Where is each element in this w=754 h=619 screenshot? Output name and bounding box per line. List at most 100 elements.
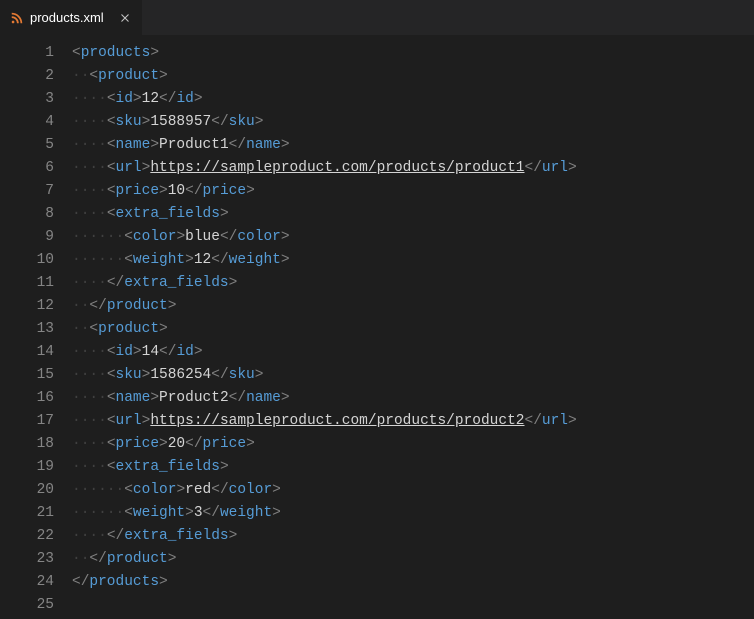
bracket: > bbox=[229, 528, 238, 544]
line-number: 17 bbox=[0, 410, 72, 433]
code-content[interactable]: ······<weight>12</weight> bbox=[72, 249, 290, 272]
bracket: > bbox=[159, 574, 168, 590]
code-line[interactable]: 13··<product> bbox=[0, 318, 577, 341]
url-text: https://sampleproduct.com/products/produ… bbox=[150, 413, 524, 429]
tab-label: products.xml bbox=[30, 10, 104, 25]
bracket: </ bbox=[185, 183, 202, 199]
code-content[interactable]: ······<weight>3</weight> bbox=[72, 502, 281, 525]
xml-tag: extra_fields bbox=[124, 275, 228, 291]
xml-tag: price bbox=[203, 183, 247, 199]
code-content[interactable]: ······<color>red</color> bbox=[72, 479, 281, 502]
code-content[interactable]: ····<url>https://sampleproduct.com/produ… bbox=[72, 410, 577, 433]
code-content[interactable]: ····<id>12</id> bbox=[72, 88, 203, 111]
code-content[interactable]: ····<id>14</id> bbox=[72, 341, 203, 364]
line-number: 16 bbox=[0, 387, 72, 410]
xml-tag: name bbox=[246, 137, 281, 153]
bracket: </ bbox=[107, 528, 124, 544]
tab-products-xml[interactable]: products.xml bbox=[0, 0, 143, 35]
bracket: > bbox=[133, 344, 142, 360]
bracket: < bbox=[124, 252, 133, 268]
code-content[interactable]: ····<name>Product1</name> bbox=[72, 134, 290, 157]
code-line[interactable]: 15····<sku>1586254</sku> bbox=[0, 364, 577, 387]
text: 14 bbox=[142, 344, 159, 360]
editor[interactable]: 1<products>2··<product>3····<id>12</id>4… bbox=[0, 36, 754, 617]
code-content[interactable]: ······<color>blue</color> bbox=[72, 226, 290, 249]
line-number: 8 bbox=[0, 203, 72, 226]
text: 3 bbox=[194, 505, 203, 521]
bracket: </ bbox=[159, 91, 176, 107]
text: 1586254 bbox=[150, 367, 211, 383]
code-content[interactable]: ····<extra_fields> bbox=[72, 203, 229, 226]
code-content[interactable]: ····<price>20</price> bbox=[72, 433, 255, 456]
line-number: 9 bbox=[0, 226, 72, 249]
code-line[interactable]: 18····<price>20</price> bbox=[0, 433, 577, 456]
text: 1588957 bbox=[150, 114, 211, 130]
line-number: 11 bbox=[0, 272, 72, 295]
line-number: 21 bbox=[0, 502, 72, 525]
bracket: > bbox=[150, 45, 159, 61]
code-line[interactable]: 16····<name>Product2</name> bbox=[0, 387, 577, 410]
xml-tag: url bbox=[116, 160, 142, 176]
code-line[interactable]: 21······<weight>3</weight> bbox=[0, 502, 577, 525]
code-line[interactable]: 9······<color>blue</color> bbox=[0, 226, 577, 249]
bracket: > bbox=[281, 252, 290, 268]
code-content[interactable]: <products> bbox=[72, 42, 159, 65]
code-content[interactable]: ····</extra_fields> bbox=[72, 525, 237, 548]
code-line[interactable]: 12··</product> bbox=[0, 295, 577, 318]
bracket: > bbox=[272, 505, 281, 521]
code-line[interactable]: 2··<product> bbox=[0, 65, 577, 88]
bracket: </ bbox=[229, 390, 246, 406]
bracket: < bbox=[107, 367, 116, 383]
code-content[interactable]: ··<product> bbox=[72, 318, 168, 341]
xml-tag: extra_fields bbox=[116, 459, 220, 475]
line-number: 20 bbox=[0, 479, 72, 502]
close-icon[interactable] bbox=[118, 11, 132, 25]
code-line[interactable]: 23··</product> bbox=[0, 548, 577, 571]
code-line[interactable]: 4····<sku>1588957</sku> bbox=[0, 111, 577, 134]
code-line[interactable]: 8····<extra_fields> bbox=[0, 203, 577, 226]
code-line[interactable]: 19····<extra_fields> bbox=[0, 456, 577, 479]
code-line[interactable]: 22····</extra_fields> bbox=[0, 525, 577, 548]
tab-bar: products.xml bbox=[0, 0, 754, 36]
code-line[interactable]: 5····<name>Product1</name> bbox=[0, 134, 577, 157]
code-line[interactable]: 17····<url>https://sampleproduct.com/pro… bbox=[0, 410, 577, 433]
code-content[interactable]: ····<name>Product2</name> bbox=[72, 387, 290, 410]
bracket: < bbox=[107, 413, 116, 429]
code-content[interactable]: ··</product> bbox=[72, 295, 176, 318]
code-content[interactable]: ····</extra_fields> bbox=[72, 272, 237, 295]
xml-tag: price bbox=[116, 436, 160, 452]
bracket: > bbox=[185, 252, 194, 268]
code-content[interactable]: ····<sku>1588957</sku> bbox=[72, 111, 263, 134]
code-content[interactable]: ····<url>https://sampleproduct.com/produ… bbox=[72, 157, 577, 180]
code-line[interactable]: 3····<id>12</id> bbox=[0, 88, 577, 111]
code-line[interactable]: 7····<price>10</price> bbox=[0, 180, 577, 203]
code-content[interactable]: ··</product> bbox=[72, 548, 176, 571]
code-content[interactable]: </products> bbox=[72, 571, 168, 594]
bracket: </ bbox=[525, 160, 542, 176]
bracket: < bbox=[107, 436, 116, 452]
line-number: 6 bbox=[0, 157, 72, 180]
code-line[interactable]: 1<products> bbox=[0, 42, 577, 65]
code-content[interactable]: ····<sku>1586254</sku> bbox=[72, 364, 263, 387]
code-line[interactable]: 24</products> bbox=[0, 571, 577, 594]
bracket: > bbox=[159, 183, 168, 199]
xml-tag: id bbox=[116, 344, 133, 360]
bracket: < bbox=[124, 229, 133, 245]
code-line[interactable]: 11····</extra_fields> bbox=[0, 272, 577, 295]
line-number: 1 bbox=[0, 42, 72, 65]
code-content[interactable]: ··<product> bbox=[72, 65, 168, 88]
line-number: 7 bbox=[0, 180, 72, 203]
code-content[interactable]: ····<extra_fields> bbox=[72, 456, 229, 479]
code-line[interactable]: 10······<weight>12</weight> bbox=[0, 249, 577, 272]
bracket: </ bbox=[525, 413, 542, 429]
line-number: 3 bbox=[0, 88, 72, 111]
code-line[interactable]: 14····<id>14</id> bbox=[0, 341, 577, 364]
code-line[interactable]: 6····<url>https://sampleproduct.com/prod… bbox=[0, 157, 577, 180]
code-content[interactable]: ····<price>10</price> bbox=[72, 180, 255, 203]
code-line[interactable]: 25 bbox=[0, 594, 577, 617]
bracket: </ bbox=[211, 114, 228, 130]
bracket: </ bbox=[229, 137, 246, 153]
text: 20 bbox=[168, 436, 185, 452]
code-line[interactable]: 20······<color>red</color> bbox=[0, 479, 577, 502]
bracket: > bbox=[281, 137, 290, 153]
